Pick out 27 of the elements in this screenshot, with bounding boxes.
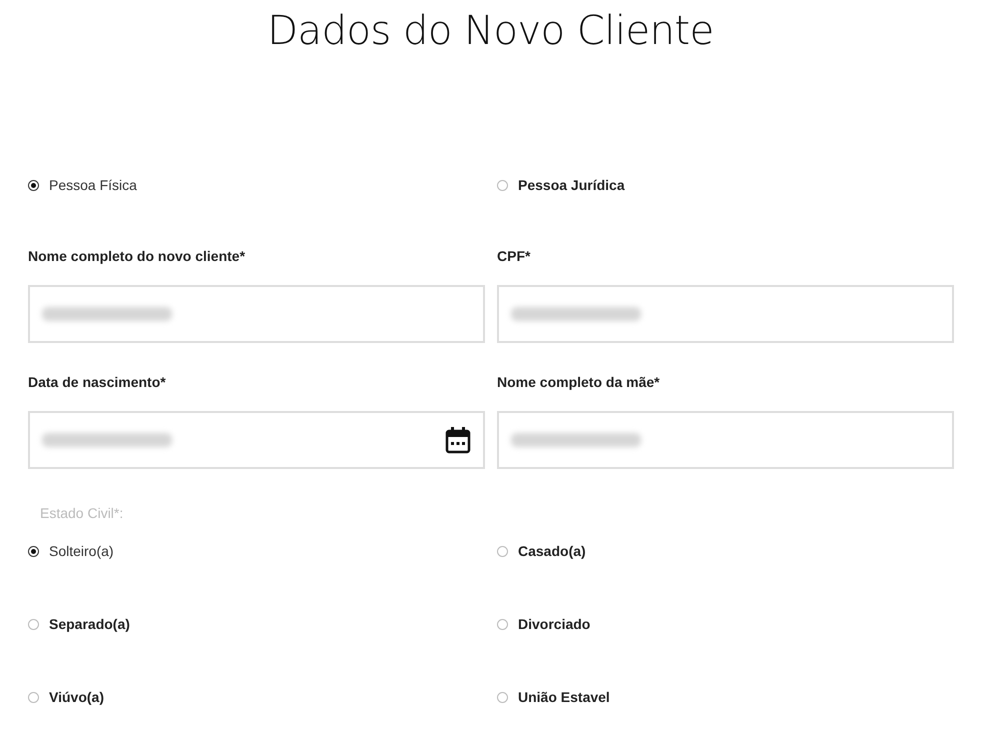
radio-label: Divorciado xyxy=(518,616,590,632)
input-field[interactable] xyxy=(28,411,485,469)
radio-button[interactable] xyxy=(28,618,39,630)
radio-button[interactable] xyxy=(497,618,508,630)
radio-label: Separado(a) xyxy=(49,616,130,632)
field-label: Data de nascimento* xyxy=(28,374,167,392)
radio-label: Solteiro(a) xyxy=(49,543,114,559)
radio-button[interactable] xyxy=(497,546,508,556)
field-label: Nome completo da mãe* xyxy=(497,374,661,392)
radio-button[interactable] xyxy=(497,692,508,702)
input-field[interactable] xyxy=(497,285,954,343)
page-title: Dados do Novo Cliente xyxy=(266,7,715,56)
radio-button[interactable] xyxy=(28,546,39,556)
section-label: Estado Civil*: xyxy=(40,505,124,523)
radio-label: Viúvo(a) xyxy=(49,689,104,705)
radio-label: União Estavel xyxy=(518,689,610,705)
field-label: Nome completo do novo cliente* xyxy=(28,248,246,266)
radio-button[interactable] xyxy=(28,180,39,190)
radio-label: Pessoa Física xyxy=(49,177,137,193)
input-field[interactable] xyxy=(497,411,954,469)
input-field[interactable] xyxy=(28,285,485,343)
radio-button[interactable] xyxy=(28,692,39,702)
radio-label: Pessoa Jurídica xyxy=(518,177,625,193)
radio-button[interactable] xyxy=(497,180,508,190)
radio-label: Casado(a) xyxy=(518,543,586,559)
field-label: CPF* xyxy=(497,248,532,266)
calendar-icon[interactable] xyxy=(445,426,471,454)
